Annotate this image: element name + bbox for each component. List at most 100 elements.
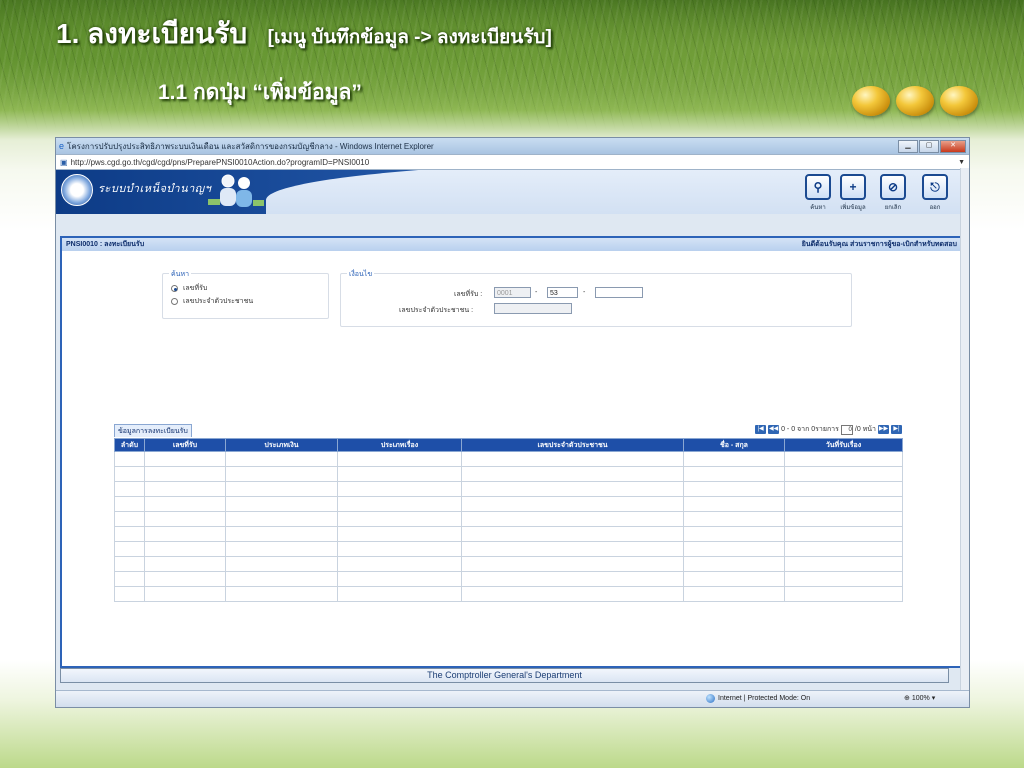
col-header[interactable]: เลขที่รับ (144, 438, 226, 452)
table-cell (461, 496, 684, 512)
table-cell (683, 481, 785, 497)
table-cell (144, 556, 226, 572)
grid-tab: ข้อมูลการลงทะเบียนรับ (114, 424, 192, 437)
table-cell (225, 496, 338, 512)
table-cell (337, 496, 462, 512)
screen-header: PNSI0010 : ลงทะเบียนรับ ยินดีต้อนรับคุณ … (62, 238, 961, 251)
table-cell (784, 511, 903, 527)
page-icon: ▣ (60, 157, 68, 167)
table-row[interactable] (114, 451, 903, 467)
close-button[interactable]: ✕ (940, 140, 966, 153)
toolbar-add-button[interactable]: + เพิ่มข้อมูล (840, 174, 866, 212)
receive-no-part1-input: 0001 (494, 287, 531, 298)
table-cell (225, 451, 338, 467)
table-cell (225, 511, 338, 527)
gold-ball-icon (852, 86, 890, 116)
col-header[interactable]: ลำดับ (114, 438, 145, 452)
table-row[interactable] (114, 466, 903, 482)
receive-no-year-input[interactable]: 53 (547, 287, 578, 298)
radio-unselected-icon[interactable] (171, 298, 178, 305)
col-header[interactable]: วันที่รับเรื่อง (784, 438, 903, 452)
table-cell (225, 466, 338, 482)
table-row[interactable] (114, 541, 903, 557)
page-suffix: /0 หน้า (854, 426, 876, 433)
table-cell (683, 526, 785, 542)
table-cell (784, 496, 903, 512)
table-cell (461, 556, 684, 572)
slide-subtitle: 1.1 กดปุ่ม “เพิ่มข้อมูล” (158, 81, 362, 104)
table-cell (683, 556, 785, 572)
table-cell (225, 526, 338, 542)
next-page-button[interactable]: ▶▶ (878, 425, 889, 434)
col-header[interactable]: เลขประจำตัวประชาชน (461, 438, 684, 452)
table-row[interactable] (114, 571, 903, 587)
toolbar-exit-button[interactable]: ⎋ ออก (922, 174, 948, 212)
toolbar-cancel-label: ยกเลิก (884, 205, 902, 211)
table-cell (461, 481, 684, 497)
receive-no-part3-input[interactable] (595, 287, 643, 298)
table-row[interactable] (114, 556, 903, 572)
col-header[interactable]: ประเภทเงิน (225, 438, 338, 452)
table-cell (114, 586, 145, 602)
table-cell (784, 451, 903, 467)
table-cell (461, 451, 684, 467)
window-title: โครงการปรับปรุงประสิทธิภาพระบบเงินเดือน … (67, 141, 434, 151)
table-cell (784, 466, 903, 482)
browser-window: e โครงการปรับปรุงประสิทธิภาพระบบเงินเดือ… (55, 137, 970, 708)
table-row[interactable] (114, 496, 903, 512)
page-input[interactable]: 0 (840, 424, 853, 435)
table-cell (114, 571, 145, 587)
table-row[interactable] (114, 481, 903, 497)
table-cell (114, 526, 145, 542)
last-page-button[interactable]: ▶| (891, 425, 902, 434)
zone-text: Internet | Protected Mode: On (718, 695, 811, 702)
table-cell (225, 556, 338, 572)
table-cell (683, 451, 785, 467)
toolbar-cancel-button[interactable]: ⊘ ยกเลิก (880, 174, 906, 212)
table-cell (784, 556, 903, 572)
radio-selected-icon[interactable] (171, 285, 178, 292)
security-zone[interactable]: Internet | Protected Mode: On (706, 694, 810, 703)
table-cell (683, 466, 785, 482)
main-content: PNSI0010 : ลงทะเบียนรับ ยินดีต้อนรับคุณ … (60, 236, 963, 668)
address-dropdown-icon[interactable]: ▼ (958, 159, 965, 166)
gold-ball-icon (940, 86, 978, 116)
table-cell (784, 586, 903, 602)
col-header[interactable]: ประเภทเรื่อง (337, 438, 462, 452)
system-name: ระบบบำเหน็จบำนาญฯ (98, 183, 212, 195)
search-legend: ค้นหา (169, 269, 192, 280)
status-bar: Internet | Protected Mode: On ⊕ 100% ▾ (56, 690, 969, 707)
table-row[interactable] (114, 526, 903, 542)
ie-logo-icon: e (59, 141, 65, 151)
address-bar[interactable]: ▣ http://pws.cgd.go.th/cgd/cgd/pns/Prepa… (56, 154, 969, 170)
prev-page-button[interactable]: ◀◀ (768, 425, 780, 434)
zoom-dropdown-icon[interactable]: ▾ (932, 694, 936, 702)
table-cell (784, 481, 903, 497)
table-cell (337, 481, 462, 497)
table-cell (461, 571, 684, 587)
app-footer: The Comptroller General's Department (60, 668, 949, 683)
table-cell (784, 571, 903, 587)
col-header[interactable]: ชื่อ - สกุล (683, 438, 785, 452)
slide-title-menu: [เมนู บันทึกข้อมูล -> ลงทะเบียนรับ] (267, 27, 552, 48)
radio-receive-no[interactable]: เลขที่รับ (171, 282, 253, 295)
toolbar-search-button[interactable]: ⚲ ค้นหา (805, 174, 831, 212)
maximize-button[interactable]: ▢ (919, 140, 939, 153)
radio-citizen-id[interactable]: เลขประจำตัวประชาชน (171, 295, 253, 308)
table-cell (337, 451, 462, 467)
table-cell (144, 466, 226, 482)
table-row[interactable] (114, 586, 903, 602)
table-cell (461, 586, 684, 602)
table-cell (144, 526, 226, 542)
table-row[interactable] (114, 511, 903, 527)
cancel-icon: ⊘ (880, 174, 906, 200)
minimize-button[interactable]: ▁ (898, 140, 918, 153)
table-cell (225, 481, 338, 497)
first-page-button[interactable]: |◀ (755, 425, 767, 434)
table-cell (114, 481, 145, 497)
zoom-control[interactable]: ⊕ 100% ▾ (904, 694, 936, 703)
table-cell (461, 541, 684, 557)
receive-no-separator: - (535, 289, 538, 296)
toolbar-add-label: เพิ่มข้อมูล (840, 205, 866, 211)
vertical-scrollbar[interactable] (960, 168, 969, 692)
